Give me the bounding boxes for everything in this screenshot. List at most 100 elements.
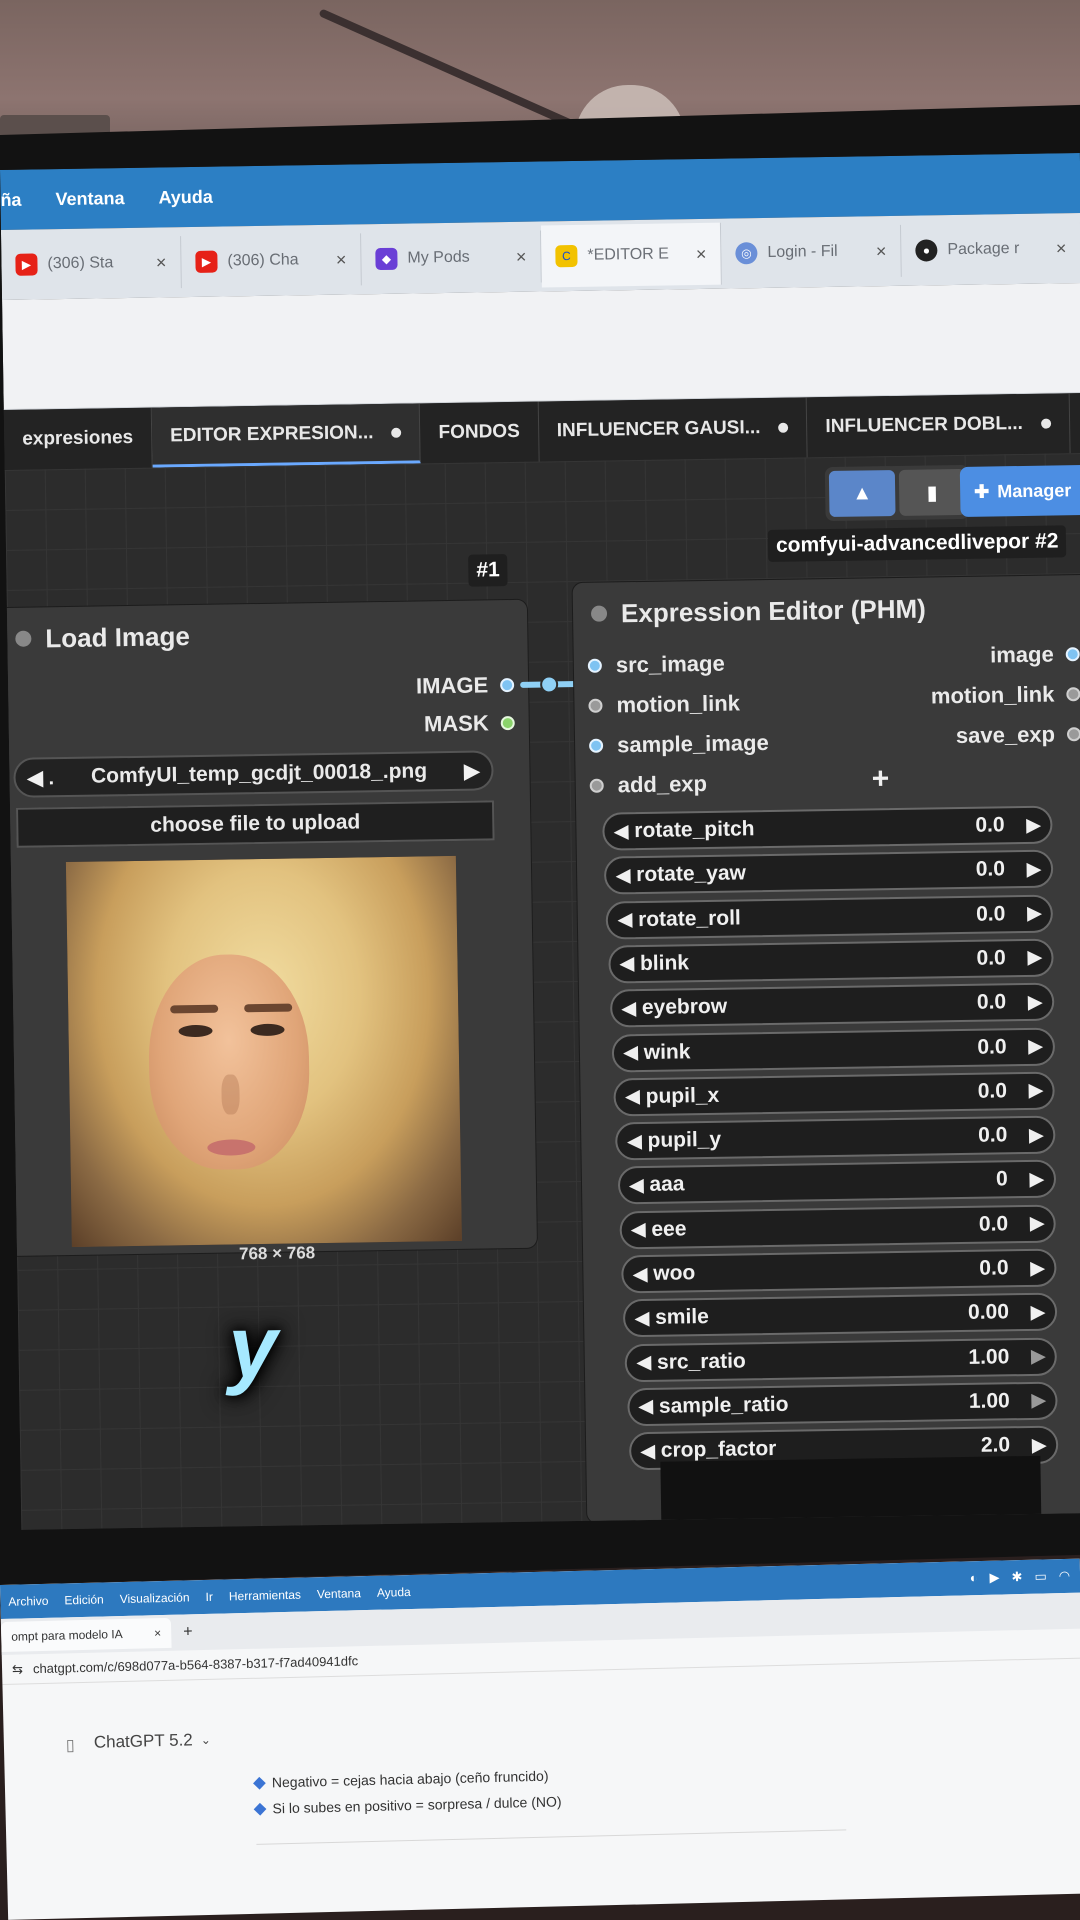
upload-button[interactable]: choose file to upload bbox=[16, 800, 495, 848]
widget-eee[interactable]: ◀ eee 0.0 ▶ bbox=[619, 1204, 1057, 1250]
bookmark-icon[interactable]: ▮ bbox=[898, 468, 966, 516]
image-file-combo[interactable]: ◀ . ComfyUI_temp_gcdjt_00018_.png ▶ bbox=[13, 750, 494, 798]
decrement-arrow-icon[interactable]: ◀ bbox=[616, 865, 630, 886]
workflow-tab-expresiones[interactable]: expresiones bbox=[3, 407, 153, 470]
decrement-arrow-icon[interactable]: ◀ bbox=[635, 1308, 649, 1329]
menu-visualizacion[interactable]: Visualización bbox=[120, 1590, 190, 1606]
decrement-arrow-icon[interactable]: ◀ bbox=[633, 1263, 647, 1284]
browser-tab-package[interactable]: ● Package r × bbox=[900, 222, 1080, 277]
input-slot-icon[interactable] bbox=[589, 778, 604, 793]
browser-tab-my-pods[interactable]: ◆ My Pods × bbox=[361, 230, 542, 286]
bluetooth-icon[interactable]: ✱ bbox=[1011, 1569, 1022, 1585]
increment-arrow-icon[interactable]: ▶ bbox=[1031, 1302, 1045, 1323]
browser-tab-login[interactable]: ◎ Login - Fil × bbox=[720, 224, 902, 280]
browser-tab-editor[interactable]: C *EDITOR E × bbox=[540, 222, 722, 288]
arrow-right-icon[interactable]: ▶ bbox=[464, 758, 480, 783]
widget-rotate-yaw[interactable]: ◀ rotate_yaw 0.0 ▶ bbox=[604, 849, 1054, 895]
output-image[interactable]: image bbox=[990, 641, 1080, 668]
status-icon[interactable]: ◐ bbox=[970, 1570, 978, 1586]
increment-arrow-icon[interactable]: ▶ bbox=[1028, 947, 1042, 968]
input-slot-icon[interactable] bbox=[587, 658, 602, 673]
model-selector[interactable]: ChatGPT 5.2 ⌄ bbox=[94, 1730, 211, 1753]
site-settings-icon[interactable]: ⇆ bbox=[12, 1661, 23, 1677]
menu-edicion[interactable]: Edición bbox=[64, 1592, 104, 1607]
menu-archivo[interactable]: Archivo bbox=[8, 1594, 48, 1609]
tab-close-icon[interactable]: × bbox=[336, 249, 347, 270]
tab-close-icon[interactable]: × bbox=[516, 246, 527, 267]
input-src-image[interactable]: src_image bbox=[587, 651, 725, 679]
increment-arrow-icon[interactable]: ▶ bbox=[1029, 1080, 1043, 1101]
add-icon[interactable]: + bbox=[871, 762, 889, 796]
collapse-dot-icon[interactable] bbox=[15, 630, 32, 647]
decrement-arrow-icon[interactable]: ◀ bbox=[628, 1131, 642, 1152]
node-header[interactable]: Expression Editor (PHM) bbox=[573, 575, 1080, 645]
output-slot-icon[interactable] bbox=[500, 715, 515, 731]
node-graph-canvas[interactable]: ▲ ▮ ✚ Manager #1 comfyui-advancedlivepor… bbox=[0, 452, 1080, 1530]
output-slot-icon[interactable] bbox=[1066, 687, 1080, 702]
tab-close-icon[interactable]: × bbox=[876, 241, 887, 262]
widget-src-ratio[interactable]: ◀ src_ratio 1.00 ▶ bbox=[624, 1337, 1058, 1382]
tab-close-icon[interactable]: × bbox=[156, 252, 167, 273]
output-slot-icon[interactable] bbox=[1066, 727, 1080, 742]
manager-button[interactable]: ✚ Manager bbox=[959, 464, 1080, 517]
decrement-arrow-icon[interactable]: ◀ bbox=[622, 998, 636, 1019]
output-motion-link[interactable]: motion_link bbox=[931, 681, 1080, 709]
decrement-arrow-icon[interactable]: ◀ bbox=[626, 1086, 640, 1107]
input-add-exp[interactable]: add_exp bbox=[589, 771, 708, 799]
output-slot-icon[interactable] bbox=[1065, 647, 1080, 662]
decrement-arrow-icon[interactable]: ◀ bbox=[631, 1219, 645, 1240]
new-tab-button[interactable]: + bbox=[183, 1623, 193, 1641]
increment-arrow-icon[interactable]: ▶ bbox=[1030, 1257, 1044, 1278]
collapse-dot-icon[interactable] bbox=[590, 605, 608, 622]
output-image[interactable]: IMAGE bbox=[416, 672, 515, 700]
decrement-arrow-icon[interactable]: ◀ bbox=[641, 1441, 655, 1462]
increment-arrow-icon[interactable]: ▶ bbox=[1028, 991, 1042, 1012]
widget-pupil-y[interactable]: ◀ pupil_y 0.0 ▶ bbox=[615, 1115, 1056, 1161]
laptop-tab-chat[interactable]: ompt para modelo IA × bbox=[0, 1617, 172, 1652]
output-save-exp[interactable]: save_exp bbox=[956, 721, 1080, 749]
workflow-tab-influencer-gausi[interactable]: INFLUENCER GAUSI... bbox=[538, 397, 808, 462]
widget-aaa[interactable]: ◀ aaa 0 ▶ bbox=[617, 1159, 1056, 1205]
browser-tab-youtube-2[interactable]: ▶ (306) Cha × bbox=[181, 233, 362, 289]
menu-herramientas[interactable]: Herramientas bbox=[229, 1588, 301, 1604]
workflow-tab-influencer-dobl[interactable]: INFLUENCER DOBL... bbox=[807, 393, 1071, 458]
expression-editor-node[interactable]: Expression Editor (PHM) src_image motion… bbox=[572, 574, 1080, 1523]
workflow-tab-fondos[interactable]: FONDOS bbox=[420, 401, 540, 464]
menu-item-1[interactable]: ña bbox=[0, 189, 21, 210]
menu-ayuda[interactable]: Ayuda bbox=[377, 1585, 411, 1600]
load-image-node[interactable]: Load Image IMAGE MASK ◀ . ComfyUI_temp_g… bbox=[0, 599, 537, 1257]
increment-arrow-icon[interactable]: ▶ bbox=[1032, 1390, 1046, 1411]
widget-eyebrow[interactable]: ◀ eyebrow 0.0 ▶ bbox=[609, 982, 1055, 1028]
widget-blink[interactable]: ◀ blink 0.0 ▶ bbox=[607, 938, 1054, 984]
widget-rotate-roll[interactable]: ◀ rotate_roll 0.0 ▶ bbox=[605, 894, 1054, 940]
new-workflow-tab-button[interactable]: + bbox=[1069, 392, 1080, 453]
widget-wink[interactable]: ◀ wink 0.0 ▶ bbox=[611, 1027, 1055, 1072]
wifi-icon[interactable]: ◠ bbox=[1059, 1568, 1071, 1584]
input-slot-icon[interactable] bbox=[589, 738, 604, 753]
workflow-tab-editor-expresion[interactable]: EDITOR EXPRESION... bbox=[151, 403, 421, 468]
decrement-arrow-icon[interactable]: ◀ bbox=[614, 821, 628, 842]
widget-woo[interactable]: ◀ woo 0.0 ▶ bbox=[621, 1248, 1057, 1294]
widget-sample-ratio[interactable]: ◀ sample_ratio 1.00 ▶ bbox=[626, 1381, 1058, 1427]
widget-rotate-pitch[interactable]: ◀ rotate_pitch 0.0 ▶ bbox=[602, 805, 1053, 851]
decrement-arrow-icon[interactable]: ◀ bbox=[620, 954, 634, 975]
widget-smile[interactable]: ◀ smile 0.00 ▶ bbox=[623, 1292, 1058, 1338]
widget-pupil-x[interactable]: ◀ pupil_x 0.0 ▶ bbox=[613, 1071, 1056, 1117]
tab-close-icon[interactable]: × bbox=[154, 1626, 161, 1640]
menu-item-ayuda[interactable]: Ayuda bbox=[158, 186, 213, 208]
model-icon[interactable]: ▲ bbox=[828, 469, 896, 518]
decrement-arrow-icon[interactable]: ◀ bbox=[624, 1042, 638, 1063]
node-header[interactable]: Load Image bbox=[0, 600, 528, 670]
menu-ventana[interactable]: Ventana bbox=[317, 1586, 361, 1601]
increment-arrow-icon[interactable]: ▶ bbox=[1026, 814, 1040, 835]
increment-arrow-icon[interactable]: ▶ bbox=[1027, 859, 1041, 880]
tab-close-icon[interactable]: × bbox=[1056, 238, 1067, 259]
increment-arrow-icon[interactable]: ▶ bbox=[1030, 1169, 1044, 1190]
decrement-arrow-icon[interactable]: ◀ bbox=[639, 1396, 653, 1417]
input-sample-image[interactable]: sample_image bbox=[589, 730, 769, 759]
arrow-left-icon[interactable]: ◀ . bbox=[27, 765, 54, 790]
decrement-arrow-icon[interactable]: ◀ bbox=[629, 1175, 643, 1196]
increment-arrow-icon[interactable]: ▶ bbox=[1031, 1346, 1045, 1367]
input-slot-icon[interactable] bbox=[588, 698, 603, 713]
decrement-arrow-icon[interactable]: ◀ bbox=[637, 1352, 651, 1373]
